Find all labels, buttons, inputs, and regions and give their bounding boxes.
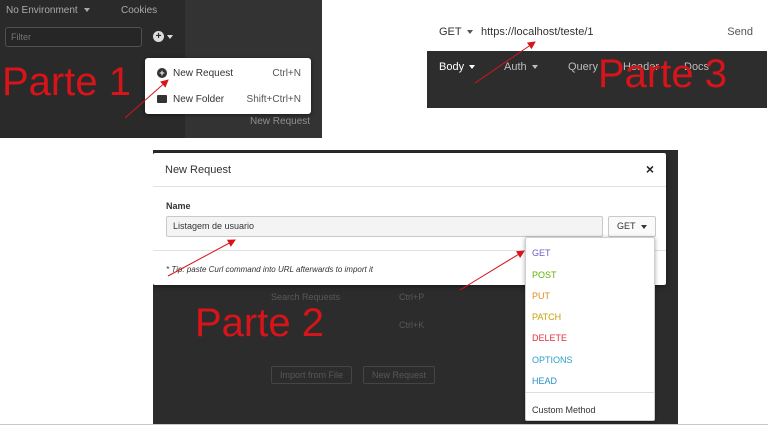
k-shortcut: Ctrl+K bbox=[399, 320, 425, 330]
send-button[interactable]: Send bbox=[727, 26, 753, 38]
name-input[interactable]: Listagem de usuario bbox=[166, 216, 603, 237]
name-label: Name bbox=[166, 201, 191, 211]
method-selector[interactable]: GET bbox=[439, 26, 473, 38]
url-bar: GET https://localhost/teste/1 Send bbox=[427, 13, 767, 51]
tab-body[interactable]: Body bbox=[439, 61, 476, 73]
annotation-part-3: Parte 3 bbox=[598, 52, 727, 96]
dialog-header: New Request × bbox=[153, 153, 666, 187]
environment-selector[interactable]: No Environment bbox=[6, 5, 90, 16]
plus-circle-icon: + bbox=[153, 31, 164, 42]
plus-circle-icon: + bbox=[157, 68, 167, 78]
annotation-part-1: Parte 1 bbox=[2, 60, 131, 104]
method-option-get[interactable]: GET bbox=[532, 248, 551, 258]
chevron-down-icon bbox=[531, 65, 538, 70]
tab-auth[interactable]: Auth bbox=[504, 61, 538, 73]
add-menu-button[interactable]: + bbox=[153, 31, 175, 43]
url-input[interactable]: https://localhost/teste/1 bbox=[481, 26, 594, 38]
method-dropdown-menu: GET POST PUT PATCH DELETE OPTIONS HEAD C… bbox=[525, 237, 655, 421]
menu-item-shortcut: Shift+Ctrl+N bbox=[246, 94, 301, 105]
cookies-button[interactable]: Cookies bbox=[121, 5, 157, 16]
menu-item-label: New Folder bbox=[173, 94, 225, 105]
menu-item-label: New Request bbox=[173, 68, 234, 79]
new-request-background-button[interactable]: New Request bbox=[363, 366, 436, 384]
close-icon[interactable]: × bbox=[646, 161, 654, 177]
dialog-title: New Request bbox=[165, 164, 232, 176]
environment-label: No Environment bbox=[6, 5, 78, 16]
method-label: GET bbox=[439, 26, 462, 38]
curl-tip: * Tip: paste Curl command into URL after… bbox=[166, 265, 373, 274]
chevron-down-icon bbox=[466, 30, 473, 35]
tab-query[interactable]: Query bbox=[568, 61, 598, 73]
method-label: GET bbox=[617, 221, 636, 231]
tab-label: Auth bbox=[504, 61, 527, 73]
method-option-put[interactable]: PUT bbox=[532, 291, 550, 301]
search-shortcut: Ctrl+P bbox=[399, 292, 425, 302]
method-option-custom[interactable]: Custom Method bbox=[532, 405, 596, 415]
method-option-options[interactable]: OPTIONS bbox=[532, 355, 573, 365]
tab-label: Body bbox=[439, 61, 465, 73]
method-option-patch[interactable]: PATCH bbox=[532, 312, 561, 322]
panel-2-screenshot: Search Requests Ctrl+P Ctrl+K Import fro… bbox=[153, 150, 678, 425]
menu-item-new-folder[interactable]: New Folder Shift+Ctrl+N bbox=[145, 87, 311, 111]
chevron-down-icon bbox=[640, 224, 647, 229]
chevron-down-icon bbox=[167, 35, 173, 39]
divider bbox=[526, 392, 654, 393]
folder-icon bbox=[157, 95, 167, 103]
filter-input[interactable] bbox=[5, 27, 142, 47]
import-from-file-button[interactable]: Import from File bbox=[271, 366, 353, 384]
method-option-delete[interactable]: DELETE bbox=[532, 333, 567, 343]
chevron-down-icon bbox=[83, 8, 90, 13]
method-option-post[interactable]: POST bbox=[532, 270, 557, 280]
menu-item-shortcut: Ctrl+N bbox=[272, 68, 301, 79]
menu-item-new-request[interactable]: + New Request Ctrl+N bbox=[145, 61, 311, 85]
add-dropdown-menu: + New Request Ctrl+N New Folder Shift+Ct… bbox=[145, 58, 311, 114]
chevron-down-icon bbox=[469, 65, 476, 70]
annotation-part-2: Parte 2 bbox=[195, 301, 324, 345]
method-option-head[interactable]: HEAD bbox=[532, 376, 557, 386]
new-request-background-button[interactable]: New Request bbox=[250, 116, 310, 127]
method-dropdown-button[interactable]: GET bbox=[608, 216, 656, 237]
